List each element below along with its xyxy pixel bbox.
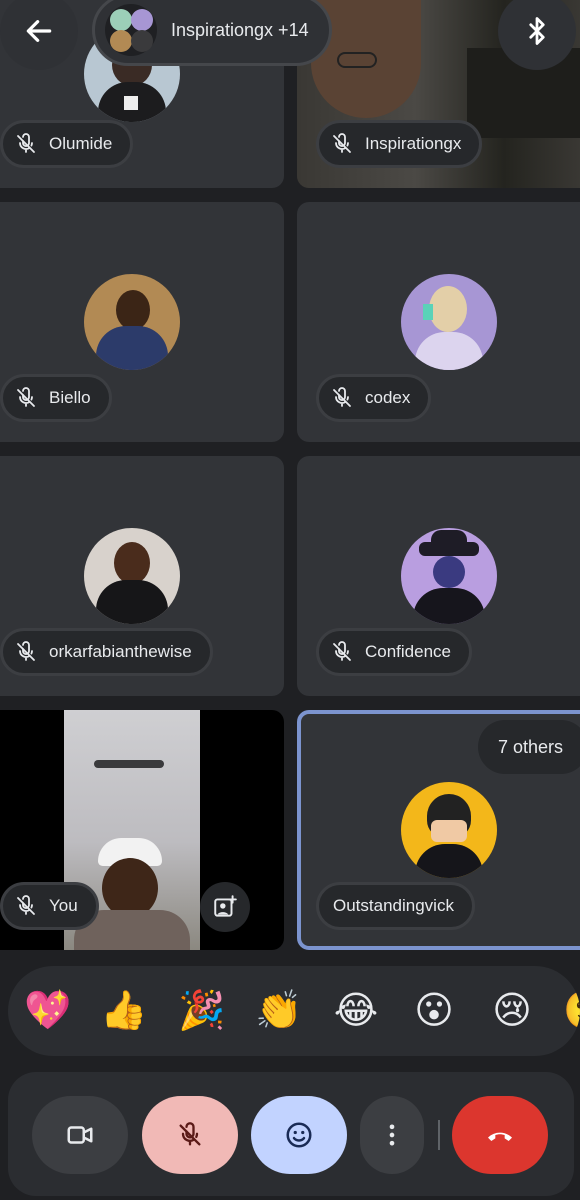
add-visual-effect-icon[interactable] [200,882,250,932]
camera-toggle-button[interactable] [32,1096,128,1174]
sparkling-heart-reaction[interactable]: 💖 [22,984,74,1036]
meet-call-screen: Olumide Inspirationgx Biello codex orkar… [0,0,580,1200]
participant-name: You [49,896,78,915]
participant-nameplate: Confidence [316,628,473,676]
mic-off-icon [329,131,355,157]
emoji-icon [286,1122,312,1148]
clapping-hands-reaction[interactable]: 👏 [253,984,305,1036]
mic-off-icon [13,639,39,665]
participant-name: orkarfabianthewise [49,642,192,661]
mic-off-icon [13,893,39,919]
meeting-participants-chip[interactable]: Inspirationgx +14 [92,0,332,66]
reactions-button[interactable] [251,1096,347,1174]
mic-off-icon [13,385,39,411]
participant-name: Biello [49,388,91,407]
participant-nameplate: orkarfabianthewise [0,628,213,676]
mic-off-icon [329,639,355,665]
avatar [401,782,497,878]
participant-nameplate: You [0,882,99,930]
participant-nameplate: Outstandingvick [316,882,475,930]
participant-nameplate: codex [316,374,432,422]
participant-nameplate: Biello [0,374,112,422]
mic-off-icon [329,385,355,411]
avatar [401,274,497,370]
participant-name: Confidence [365,642,452,661]
call-end-icon [488,1132,512,1141]
others-counter[interactable]: 7 others [478,720,580,774]
more-reaction-partial[interactable]: 🙂 [561,984,580,1036]
participant-name: Olumide [49,134,113,153]
bluetooth-icon [529,17,545,45]
surprised-face-reaction[interactable]: 😮 [408,984,460,1036]
others-label: 7 others [498,736,564,757]
thumbs-up-reaction[interactable]: 👍 [98,984,150,1036]
mic-off-icon [179,1122,201,1146]
avatar [84,528,180,624]
controls-divider [438,1120,440,1150]
crying-face-reaction[interactable]: 😢 [486,984,538,1036]
participant-nameplate: Olumide [0,120,134,168]
videocam-icon [67,1126,93,1144]
more-options-button[interactable] [360,1096,424,1174]
arrow-left-icon [26,20,52,42]
avatar [84,274,180,370]
more-vert-icon [389,1124,395,1146]
microphone-toggle-button[interactable] [142,1096,238,1174]
tears-of-joy-reaction[interactable]: 😂 [330,984,382,1036]
participant-name: Inspirationgx [365,134,462,153]
participant-name: Outstandingvick [333,896,454,915]
meeting-chip-label: Inspirationgx +14 [171,19,309,40]
leave-call-button[interactable] [452,1096,548,1174]
participant-name: codex [365,388,411,407]
call-controls-bar [8,1072,574,1196]
reaction-bar: 💖 👍 🎉 👏 😂 😮 😢 🙂 [8,966,580,1056]
participant-nameplate: Inspirationgx [316,120,483,168]
avatar [401,528,497,624]
mic-off-icon [13,131,39,157]
participant-avatars-cluster [105,4,157,56]
party-popper-reaction[interactable]: 🎉 [176,984,228,1036]
